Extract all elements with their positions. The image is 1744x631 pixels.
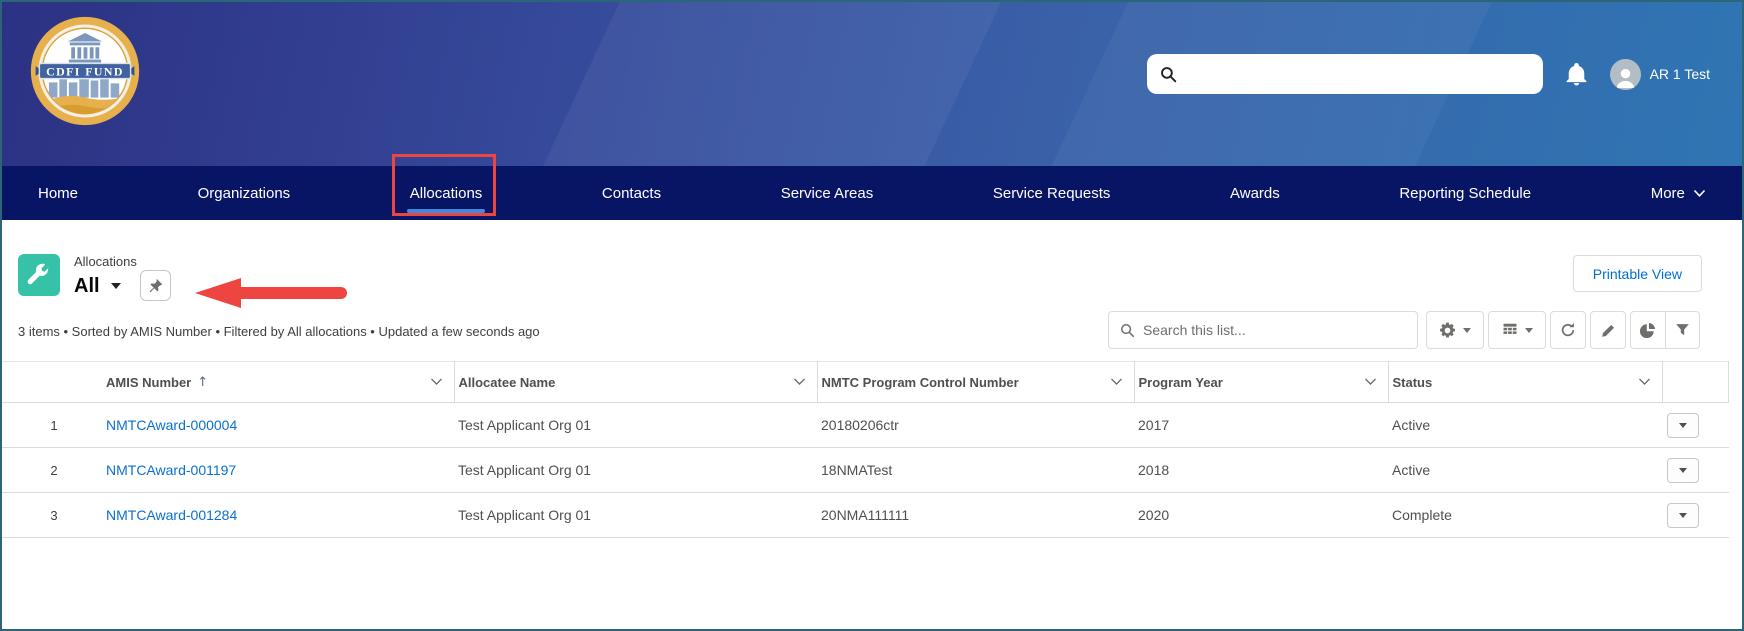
list-view-header: Allocations All Printable View <box>2 220 1742 301</box>
column-header-allocatee-name[interactable]: Allocatee Name <box>454 362 817 403</box>
allocatee-name-cell: Test Applicant Org 01 <box>454 448 817 493</box>
chevron-down-icon[interactable] <box>430 378 443 386</box>
table-row: 2 NMTCAward-001197 Test Applicant Org 01… <box>2 448 1729 493</box>
table-row: 3 NMTCAward-001284 Test Applicant Org 01… <box>2 493 1729 538</box>
caret-down-icon <box>1679 513 1687 518</box>
nav-tab-organizations[interactable]: Organizations <box>198 166 291 220</box>
global-search[interactable] <box>1147 54 1543 94</box>
nav-tab-contacts[interactable]: Contacts <box>602 166 661 220</box>
row-actions-button[interactable] <box>1667 458 1699 483</box>
caret-down-icon <box>1679 468 1687 473</box>
person-icon <box>1613 65 1638 90</box>
nmtc-program-control-number-cell: 18NMATest <box>817 448 1134 493</box>
list-search[interactable] <box>1108 311 1418 349</box>
cdfi-fund-seal-icon: CDFI FUND <box>28 14 142 128</box>
chevron-down-icon[interactable] <box>1638 378 1651 386</box>
nav-tab-reporting-schedule[interactable]: Reporting Schedule <box>1399 166 1531 220</box>
record-link[interactable]: NMTCAward-000004 <box>106 417 237 433</box>
row-number: 2 <box>2 448 102 493</box>
caret-down-icon <box>1525 328 1533 333</box>
refresh-icon <box>1560 322 1576 338</box>
amis-app-window: CDFI FUND <box>0 0 1744 631</box>
nav-tab-more[interactable]: More <box>1651 166 1706 220</box>
cdfi-fund-logo: CDFI FUND <box>28 14 142 128</box>
global-header: CDFI FUND <box>2 2 1742 166</box>
column-header-program-year[interactable]: Program Year <box>1134 362 1388 403</box>
sort-ascending-icon: ↑ <box>197 375 208 390</box>
status-cell: Active <box>1388 403 1662 448</box>
view-selector-caret-icon[interactable] <box>111 283 121 289</box>
list-view-name: All <box>74 274 100 298</box>
list-view-region: Allocations All Printable View <box>2 220 1742 631</box>
chevron-down-icon <box>1693 189 1706 198</box>
row-actions-header <box>1662 362 1729 403</box>
list-meta-text: 3 items • Sorted by AMIS Number • Filter… <box>18 324 540 349</box>
table-row: 1 NMTCAward-000004 Test Applicant Org 01… <box>2 403 1729 448</box>
wrench-icon <box>26 262 52 288</box>
status-cell: Active <box>1388 448 1662 493</box>
inline-edit-button[interactable] <box>1590 311 1626 349</box>
chevron-down-icon[interactable] <box>793 378 806 386</box>
nmtc-program-control-number-cell: 20180206ctr <box>817 403 1134 448</box>
table-grid-icon <box>1502 322 1518 338</box>
nav-tab-allocations[interactable]: Allocations <box>410 166 483 220</box>
filters-button[interactable] <box>1665 312 1699 348</box>
row-number-header <box>2 362 102 403</box>
object-label: Allocations <box>74 254 171 270</box>
caret-down-icon <box>1463 328 1471 333</box>
nmtc-program-control-number-cell: 20NMA111111 <box>817 493 1134 538</box>
row-number: 1 <box>2 403 102 448</box>
allocations-object-icon <box>18 254 60 296</box>
user-menu[interactable]: AR 1 Test <box>1610 59 1710 90</box>
record-link[interactable]: NMTCAward-001284 <box>106 507 237 523</box>
status-cell: Complete <box>1388 493 1662 538</box>
list-toolbar <box>1108 311 1700 349</box>
column-header-amis-number[interactable]: AMIS Number ↑ <box>102 362 454 403</box>
display-as-button[interactable] <box>1488 311 1546 349</box>
filter-funnel-icon <box>1675 323 1690 338</box>
notifications-bell-icon[interactable] <box>1565 63 1588 86</box>
record-link[interactable]: NMTCAward-001197 <box>106 462 236 478</box>
program-year-cell: 2020 <box>1134 493 1388 538</box>
chevron-down-icon[interactable] <box>1110 378 1123 386</box>
program-year-cell: 2018 <box>1134 448 1388 493</box>
list-meta-row: 3 items • Sorted by AMIS Number • Filter… <box>2 311 1742 349</box>
row-actions-button[interactable] <box>1667 503 1699 528</box>
user-name: AR 1 Test <box>1650 66 1710 82</box>
allocatee-name-cell: Test Applicant Org 01 <box>454 403 817 448</box>
nav-tab-home[interactable]: Home <box>38 166 78 220</box>
table-header-row: AMIS Number ↑ Allocatee Name NMT <box>2 362 1729 403</box>
pin-list-view-button[interactable] <box>140 270 171 301</box>
header-actions: AR 1 Test <box>1147 54 1710 94</box>
avatar <box>1610 59 1641 90</box>
pencil-icon <box>1601 323 1616 338</box>
primary-nav: Home Organizations Allocations Contacts … <box>2 166 1742 220</box>
nav-tab-awards[interactable]: Awards <box>1230 166 1280 220</box>
pie-chart-icon <box>1640 322 1656 338</box>
chart-filter-group <box>1630 311 1700 349</box>
caret-down-icon <box>1679 423 1687 428</box>
logo-banner-text: CDFI FUND <box>46 64 124 78</box>
chevron-down-icon[interactable] <box>1364 378 1377 386</box>
nav-tab-service-areas[interactable]: Service Areas <box>781 166 874 220</box>
program-year-cell: 2017 <box>1134 403 1388 448</box>
pushpin-icon <box>148 278 163 293</box>
list-settings-button[interactable] <box>1426 311 1484 349</box>
column-header-nmtc-program-control-number[interactable]: NMTC Program Control Number <box>817 362 1134 403</box>
row-actions-button[interactable] <box>1667 413 1699 438</box>
search-icon <box>1120 323 1135 338</box>
printable-view-button[interactable]: Printable View <box>1573 255 1702 292</box>
search-icon <box>1160 66 1177 83</box>
column-header-status[interactable]: Status <box>1388 362 1662 403</box>
refresh-button[interactable] <box>1550 311 1586 349</box>
row-number: 3 <box>2 493 102 538</box>
charts-button[interactable] <box>1631 312 1665 348</box>
global-search-input[interactable] <box>1186 54 1543 94</box>
gear-icon <box>1439 322 1456 339</box>
list-search-input[interactable] <box>1143 312 1417 348</box>
allocations-table: AMIS Number ↑ Allocatee Name NMT <box>2 361 1729 538</box>
allocatee-name-cell: Test Applicant Org 01 <box>454 493 817 538</box>
nav-tab-service-requests[interactable]: Service Requests <box>993 166 1111 220</box>
